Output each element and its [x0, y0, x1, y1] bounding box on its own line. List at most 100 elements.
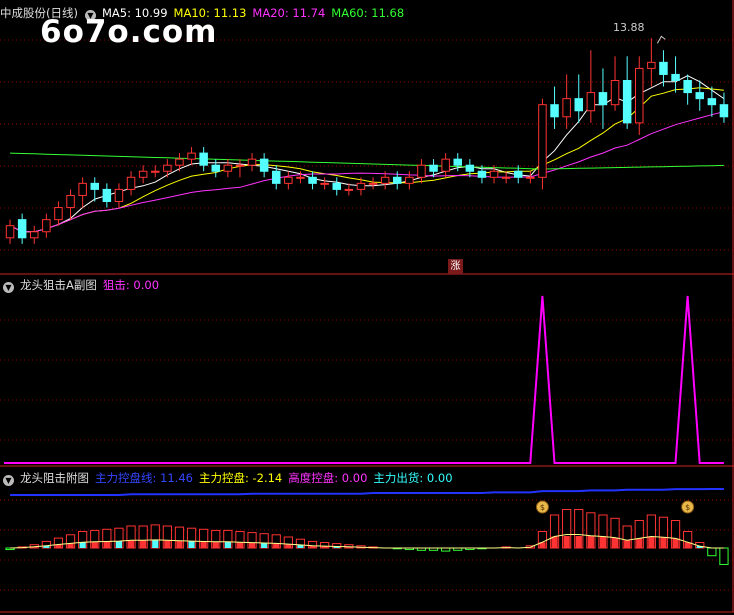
- candle-body: [526, 176, 535, 179]
- candle-body: [538, 104, 547, 178]
- candle-body: [332, 182, 342, 190]
- candle-body: [477, 170, 487, 178]
- candle-body: [126, 176, 136, 190]
- ma10-line: [9, 87, 724, 233]
- snipe-label: 狙击: 0.00: [102, 278, 160, 292]
- candle-body: [622, 80, 632, 124]
- candle-body: [380, 176, 390, 184]
- sell-label: 主力出货: 0.00: [373, 471, 453, 485]
- control-label: 主力控盘: -2.14: [198, 471, 283, 485]
- panel2-title: 龙头狙击A副图: [20, 278, 97, 292]
- candle-body: [550, 104, 559, 118]
- control-bar-fill: [624, 540, 631, 548]
- candle-body: [296, 176, 305, 179]
- candle-body: [441, 158, 450, 172]
- money-bag-icon: $: [540, 503, 545, 512]
- control-bar-fill: [91, 541, 98, 548]
- candle-body: [707, 98, 717, 106]
- candle-body: [284, 176, 293, 184]
- candle-body: [501, 176, 511, 179]
- candle-body: [405, 176, 414, 184]
- candle-body: [465, 164, 475, 172]
- candle-body: [308, 176, 317, 184]
- high-control-label: 高度控盘: 0.00: [288, 471, 368, 485]
- candle-body: [90, 182, 100, 190]
- dropdown-icon[interactable]: ▼: [3, 282, 14, 293]
- candle-body: [66, 194, 75, 209]
- candle-body: [175, 158, 184, 166]
- panel3-title: 龙头阻击附图: [20, 471, 89, 485]
- panel3-header: ▼ 龙头阻击附图 主力控盘线: 11.46 主力控盘: -2.14 高度控盘: 0.00…: [2, 469, 459, 487]
- control-line: [10, 488, 724, 496]
- control-bar: [707, 547, 717, 557]
- snipe-line: [4, 295, 724, 464]
- control-bar-fill: [611, 537, 619, 548]
- control-bar-fill: [273, 543, 280, 548]
- control-bar-fill: [551, 536, 558, 548]
- candle-body: [647, 61, 656, 69]
- money-bag-icon: $: [685, 503, 690, 512]
- control-bar-fill: [224, 541, 231, 548]
- control-bar-fill: [212, 541, 219, 548]
- candle-body: [683, 80, 692, 94]
- candle-body: [223, 164, 233, 172]
- candle-body: [102, 188, 112, 202]
- control-bar-fill: [164, 540, 171, 548]
- candle-body: [5, 225, 15, 239]
- candle-body: [259, 158, 269, 172]
- watermark: 6o7o.com: [40, 14, 218, 50]
- chart-stage: $ $: [0, 0, 734, 613]
- candle-body: [574, 98, 584, 112]
- candle-body: [671, 73, 680, 81]
- control-bar: [719, 547, 729, 565]
- candle-body: [610, 80, 620, 106]
- control-bar-fill: [176, 540, 183, 548]
- control-bar-fill: [587, 536, 594, 548]
- control-bar-fill: [636, 538, 643, 548]
- candle-body: [417, 164, 426, 178]
- control-bar-fill: [672, 538, 679, 548]
- control-bar-fill: [103, 541, 110, 548]
- control-bar-fill: [599, 536, 607, 548]
- candle-body: [235, 164, 245, 167]
- candle-body: [199, 152, 208, 166]
- control-bar-fill: [563, 536, 570, 548]
- candle-body: [634, 67, 644, 124]
- candle-body: [489, 170, 499, 178]
- candle-body: [42, 219, 51, 233]
- candle-body: [150, 170, 160, 173]
- candle-body: [114, 188, 124, 202]
- control-bar-fill: [188, 541, 195, 548]
- ma60-line: [10, 152, 724, 170]
- candle-body: [695, 92, 705, 100]
- candle-body: [54, 207, 63, 221]
- dropdown-icon[interactable]: ▼: [3, 475, 14, 486]
- candle-body: [320, 182, 329, 185]
- control-bar-fill: [660, 537, 667, 548]
- candle-body: [247, 158, 257, 166]
- candle-body: [29, 231, 39, 239]
- control-bar-fill: [648, 536, 655, 548]
- control-bar-fill: [236, 542, 244, 548]
- candle-body: [562, 98, 571, 118]
- control-bar-fill: [248, 542, 256, 548]
- panel2-header: ▼ 龙头狙击A副图 狙击: 0.00: [2, 276, 165, 294]
- candle-body: [719, 104, 729, 118]
- candle-body: [659, 61, 668, 75]
- candle-body: [598, 92, 608, 106]
- control-bar-fill: [575, 536, 582, 548]
- control-bar-fill: [140, 540, 147, 548]
- candle-body: [453, 158, 463, 166]
- candle-body: [211, 164, 221, 172]
- control-bar-fill: [79, 542, 86, 548]
- ma20-label: MA20: 11.74: [252, 6, 326, 20]
- candle-body: [344, 188, 354, 191]
- candle-body: [17, 219, 27, 239]
- control-bar-fill: [152, 539, 159, 548]
- control-bar-fill: [127, 540, 135, 548]
- candle-body: [187, 152, 196, 160]
- candle-body: [78, 182, 87, 196]
- candle-body: [356, 182, 366, 190]
- candle-body: [392, 176, 402, 184]
- candle-body: [271, 170, 281, 184]
